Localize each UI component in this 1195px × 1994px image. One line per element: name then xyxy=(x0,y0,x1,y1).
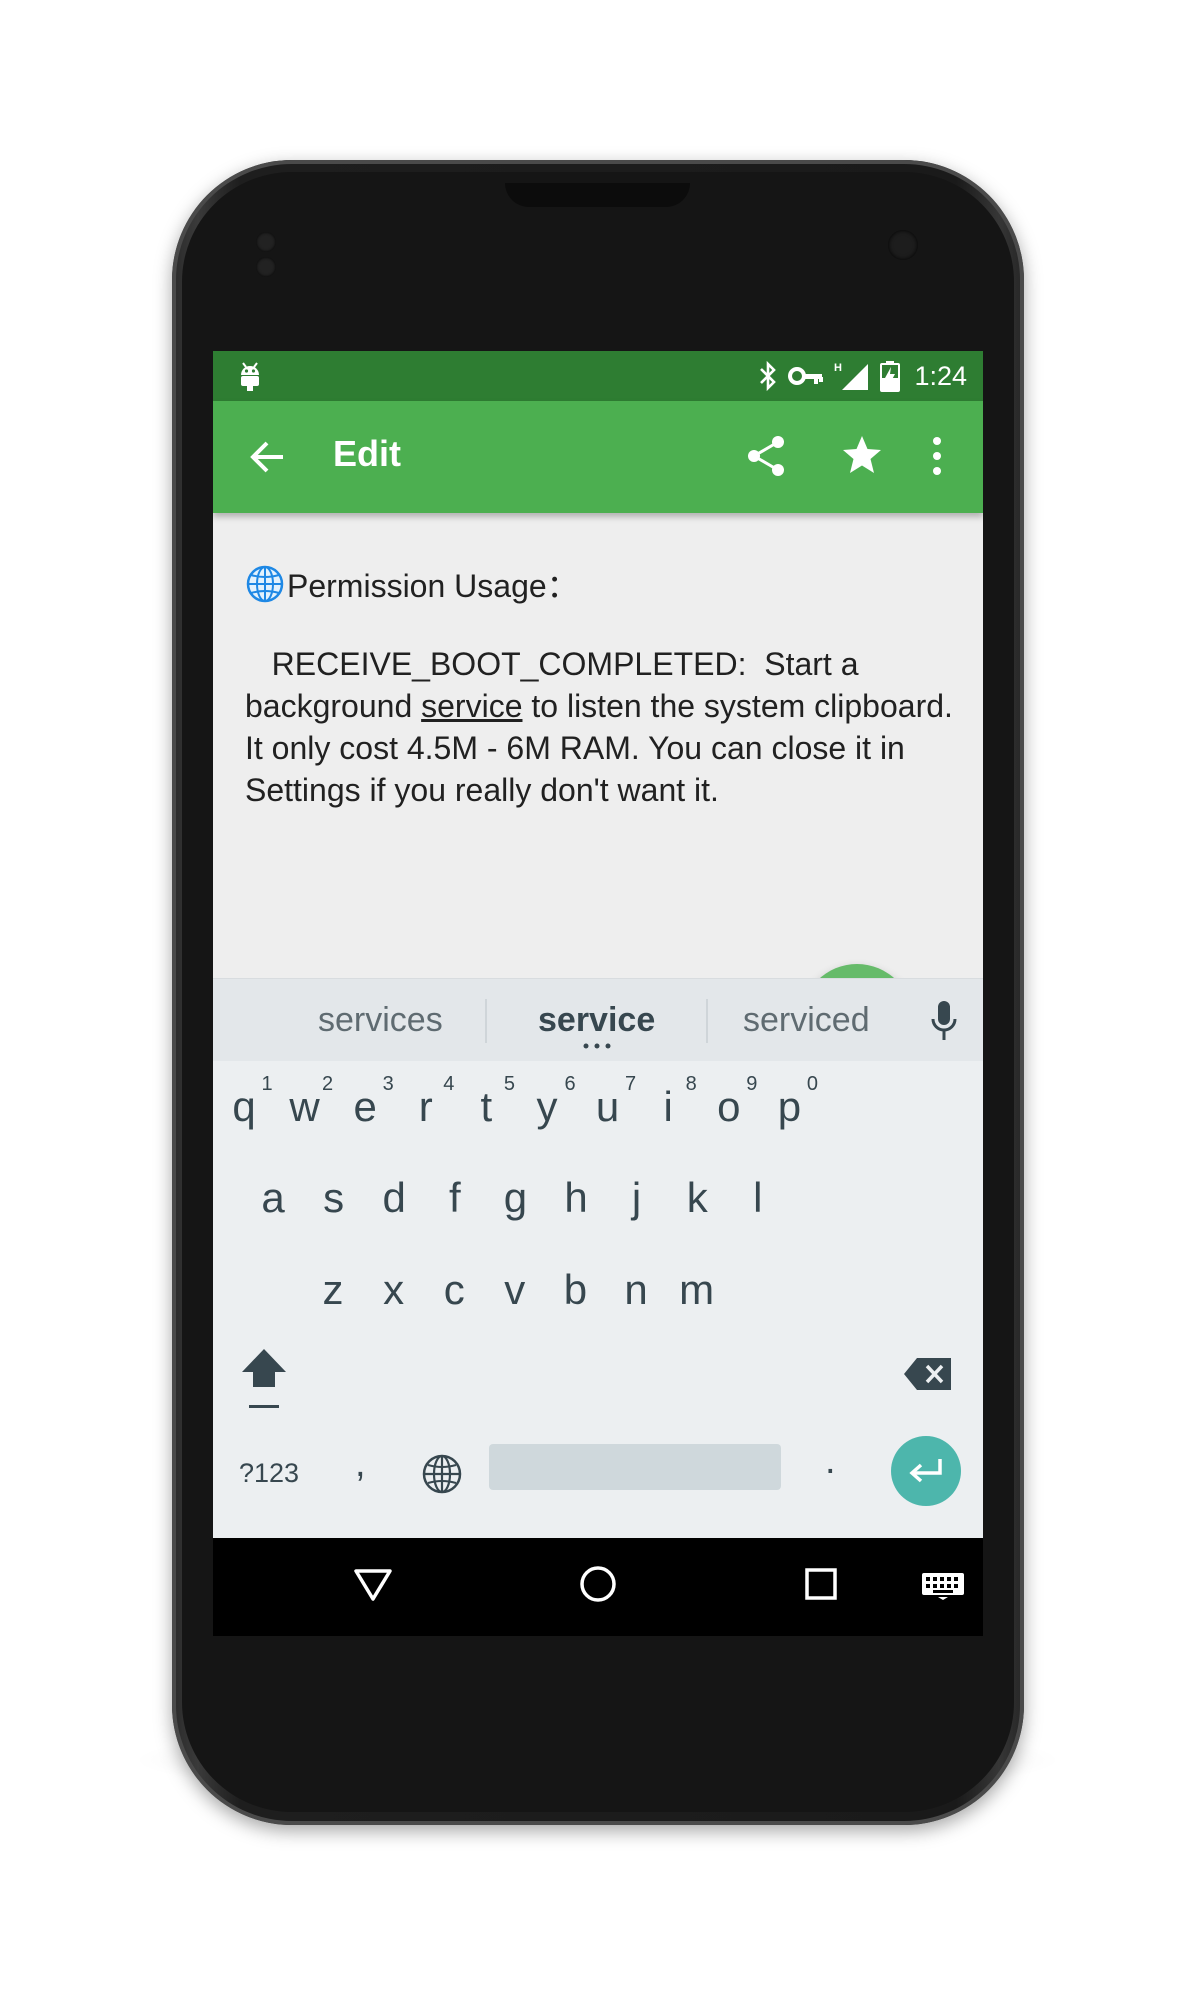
key-i[interactable]: i xyxy=(638,1083,698,1131)
globe-icon xyxy=(246,565,284,603)
language-globe-icon[interactable] xyxy=(421,1453,463,1495)
key-p[interactable]: p xyxy=(759,1083,819,1131)
soft-keyboard: services service serviced ?123 , . 1 2 3… xyxy=(213,978,983,1538)
more-vert-icon[interactable] xyxy=(927,433,947,479)
enter-key[interactable] xyxy=(891,1436,961,1506)
page-title: Edit xyxy=(333,433,401,474)
key-u[interactable]: u xyxy=(578,1083,638,1131)
battery-charging-icon xyxy=(880,361,901,392)
key-m[interactable]: m xyxy=(667,1266,727,1314)
back-arrow-icon[interactable] xyxy=(247,437,287,477)
key-a[interactable]: a xyxy=(243,1174,303,1222)
key-w[interactable]: w xyxy=(275,1083,335,1131)
note-text-field[interactable]: RECEIVE_BOOT_COMPLETED: Start a backgrou… xyxy=(245,643,955,811)
key-g[interactable]: g xyxy=(485,1174,545,1222)
key-o[interactable]: o xyxy=(699,1083,759,1131)
svg-text:H: H xyxy=(834,362,842,374)
navigation-bar xyxy=(213,1538,983,1636)
key-q[interactable]: q xyxy=(214,1083,274,1131)
key-d[interactable]: d xyxy=(364,1174,424,1222)
h-signal-icon: H xyxy=(834,362,869,390)
underlined-word: service xyxy=(421,688,523,724)
enter-return-icon xyxy=(909,1459,942,1483)
app-bar: Edit xyxy=(213,401,983,513)
permission-heading: Permission Usage： xyxy=(245,561,579,607)
shift-icon[interactable] xyxy=(239,1345,289,1415)
key-y[interactable]: y xyxy=(517,1083,577,1131)
key-b[interactable]: b xyxy=(545,1266,605,1314)
suggestion-3[interactable]: serviced xyxy=(743,1001,870,1040)
backspace-icon[interactable] xyxy=(903,1356,953,1392)
key-c[interactable]: c xyxy=(424,1266,484,1314)
key-x[interactable]: x xyxy=(364,1266,424,1314)
suggestion-divider xyxy=(706,999,708,1043)
phone-sensors xyxy=(256,232,306,277)
key-v[interactable]: v xyxy=(485,1266,545,1314)
key-j[interactable]: j xyxy=(607,1174,667,1222)
microphone-icon[interactable] xyxy=(928,999,960,1043)
key-t[interactable]: t xyxy=(456,1083,516,1131)
phone-speaker xyxy=(505,183,690,207)
key-h[interactable]: h xyxy=(546,1174,606,1222)
key-l[interactable]: l xyxy=(728,1174,788,1222)
key-e[interactable]: e xyxy=(335,1083,395,1131)
period-key[interactable]: . xyxy=(825,1440,836,1483)
recents-square-icon[interactable] xyxy=(804,1567,838,1601)
back-triangle-icon[interactable] xyxy=(352,1567,394,1603)
suggestion-strip: services service serviced xyxy=(213,978,983,1061)
key-r[interactable]: r xyxy=(396,1083,456,1131)
suggestion-1[interactable]: services xyxy=(318,1001,443,1040)
key-k[interactable]: k xyxy=(667,1174,727,1222)
key-n[interactable]: n xyxy=(606,1266,666,1314)
key-s[interactable]: s xyxy=(304,1174,364,1222)
space-bar[interactable] xyxy=(489,1444,781,1490)
device-mockup: H 1:24 Edit Permission Usage： RECEIVE_BO… xyxy=(0,0,1195,1994)
key-z[interactable]: z xyxy=(303,1266,363,1314)
star-icon[interactable] xyxy=(840,433,884,477)
keyboard-icon[interactable] xyxy=(921,1572,965,1600)
suggestion-2[interactable]: service xyxy=(538,1001,655,1040)
bluetooth-icon xyxy=(760,360,777,392)
suggestion-divider xyxy=(485,999,487,1043)
screen: H 1:24 Edit Permission Usage： RECEIVE_BO… xyxy=(213,351,983,1636)
android-notification-icon xyxy=(241,362,259,391)
key-f[interactable]: f xyxy=(425,1174,485,1222)
comma-key[interactable]: , xyxy=(355,1443,366,1486)
share-icon[interactable] xyxy=(743,433,789,479)
front-camera xyxy=(888,230,918,260)
status-bar: H 1:24 xyxy=(213,351,983,401)
more-suggestions-icon[interactable] xyxy=(582,1043,612,1049)
symbols-key[interactable]: ?123 xyxy=(239,1458,299,1489)
home-circle-icon[interactable] xyxy=(579,1565,617,1603)
status-time: 1:24 xyxy=(914,360,967,391)
heading-text: Permission Usage： xyxy=(287,568,579,604)
vpn-key-icon xyxy=(788,367,824,385)
